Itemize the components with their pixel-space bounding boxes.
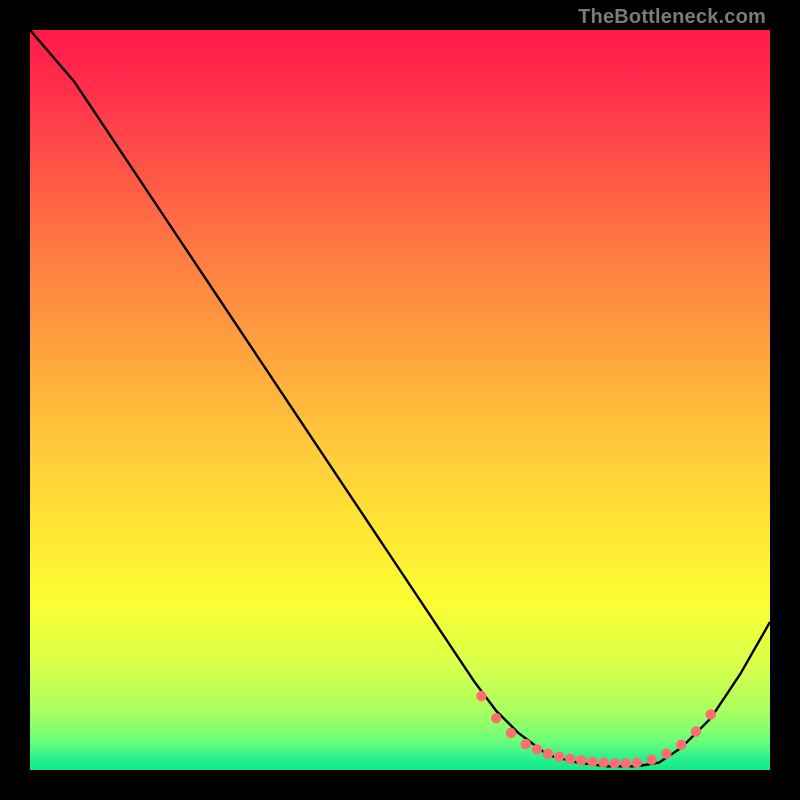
chart-svg xyxy=(30,30,770,770)
highlight-dot xyxy=(598,757,608,767)
highlight-dot xyxy=(576,755,586,765)
highlight-dot xyxy=(543,749,553,759)
highlight-dot xyxy=(609,758,619,768)
highlight-dot xyxy=(646,754,656,764)
highlight-dot xyxy=(532,744,542,754)
highlight-dot xyxy=(506,728,516,738)
highlight-dot xyxy=(587,757,597,767)
chart-frame: TheBottleneck.com xyxy=(0,0,800,800)
highlight-dot xyxy=(661,749,671,759)
highlight-dot xyxy=(476,691,486,701)
highlight-dot xyxy=(706,709,716,719)
highlight-dot xyxy=(565,754,575,764)
highlight-dot xyxy=(521,739,531,749)
highlight-dot xyxy=(632,757,642,767)
watermark-text: TheBottleneck.com xyxy=(578,6,766,29)
highlight-dot xyxy=(491,713,501,723)
highlight-dot xyxy=(621,758,631,768)
highlight-dot xyxy=(691,726,701,736)
chart-background xyxy=(30,30,770,770)
highlight-dot xyxy=(676,740,686,750)
plot-area xyxy=(30,30,770,770)
highlight-dot xyxy=(554,751,564,761)
